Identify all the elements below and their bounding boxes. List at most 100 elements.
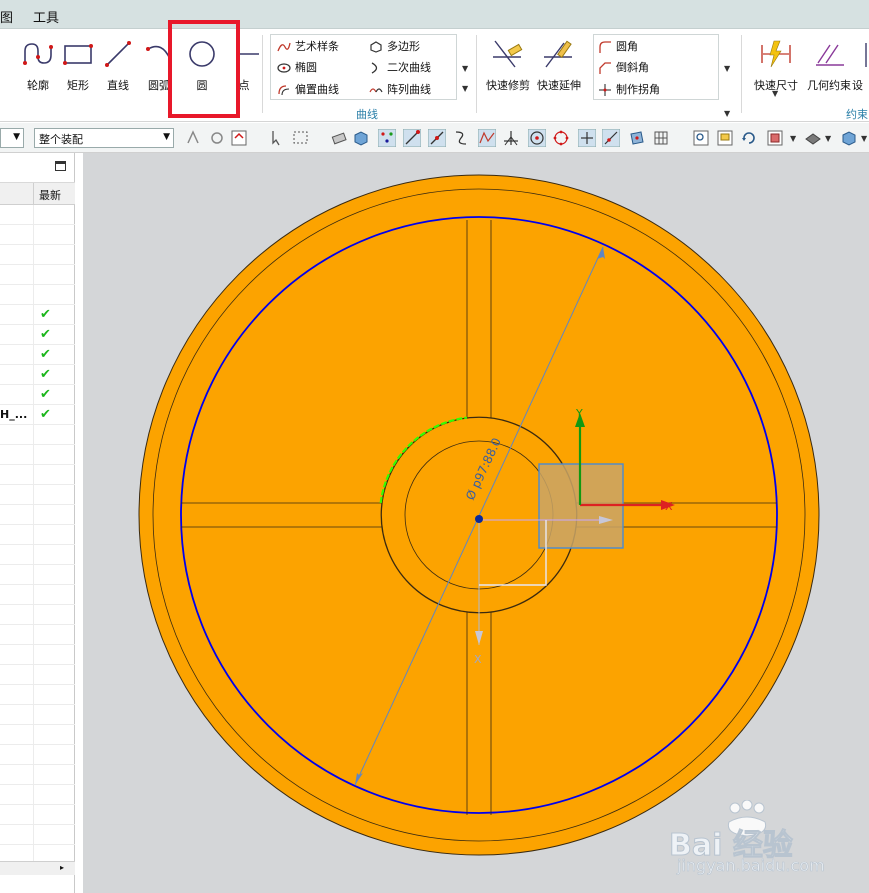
geometric-constraint-button[interactable]: 几何约束: [807, 35, 851, 95]
navigator-row[interactable]: ✔: [0, 385, 75, 405]
navigator-row[interactable]: [0, 565, 75, 585]
rapid-dimension-button[interactable]: 快速尺寸: [754, 35, 798, 95]
line-icon: [105, 41, 131, 67]
maximize-icon[interactable]: [55, 161, 66, 171]
orient-view-dropdown[interactable]: ▼: [790, 134, 796, 143]
navigator-row[interactable]: [0, 525, 75, 545]
fit-view-icon[interactable]: [692, 129, 710, 147]
grid-icon[interactable]: [652, 129, 670, 147]
navigator-row[interactable]: [0, 445, 75, 465]
polygon-icon: [369, 41, 383, 53]
select-feature-icon[interactable]: [184, 129, 202, 147]
ellipse-item[interactable]: 椭圆: [277, 59, 317, 75]
navigator-scrollbar[interactable]: ▸: [0, 861, 75, 875]
column-latest[interactable]: 最新: [39, 187, 61, 203]
navigator-row[interactable]: ✔: [0, 305, 75, 325]
menu-tools[interactable]: 工具: [33, 7, 59, 26]
shaded-view-icon[interactable]: [840, 129, 858, 147]
navigator-row[interactable]: [0, 425, 75, 445]
control-point-icon[interactable]: [478, 129, 496, 147]
navigator-row[interactable]: [0, 505, 75, 525]
scroll-right-icon[interactable]: ▸: [60, 863, 64, 872]
curve-gallery-more[interactable]: ▼: [462, 84, 468, 93]
sketch-canvas[interactable]: Ø p97:88.0 X Y X: [83, 153, 869, 893]
ribbon: 轮廓 矩形 直线 圆弧 圆 点 艺术样条 多边形 椭圆 二次曲线 偏置曲线 阵列…: [0, 29, 869, 122]
make-corner-item[interactable]: 制作拐角: [598, 81, 660, 97]
shaded-view-dropdown[interactable]: ▼: [861, 134, 867, 143]
quick-trim-button[interactable]: 快速修剪: [486, 35, 530, 95]
rotate-icon[interactable]: [740, 129, 758, 147]
zoom-window-icon[interactable]: [716, 129, 734, 147]
navigator-row[interactable]: [0, 665, 75, 685]
curve-gallery-dropdown[interactable]: ▼: [462, 64, 468, 73]
pattern-curve-item[interactable]: 阵列曲线: [369, 81, 431, 97]
snap-points-icon[interactable]: [378, 129, 396, 147]
arc-center-snap-icon[interactable]: [528, 129, 546, 147]
orient-view-icon[interactable]: [766, 129, 784, 147]
navigator-row[interactable]: [0, 265, 75, 285]
navigator-row[interactable]: [0, 805, 75, 825]
midpoint-snap-icon[interactable]: [428, 129, 446, 147]
fillet-item[interactable]: 圆角: [598, 38, 638, 54]
navigator-row[interactable]: [0, 465, 75, 485]
navigator-row[interactable]: [0, 245, 75, 265]
navigator-row[interactable]: [0, 745, 75, 765]
navigator-row[interactable]: [0, 725, 75, 745]
offset-curve-item[interactable]: 偏置曲线: [277, 81, 339, 97]
type-filter-select[interactable]: ▼: [0, 128, 24, 148]
navigator-row[interactable]: H_... ✔: [0, 405, 75, 425]
navigator-row[interactable]: [0, 765, 75, 785]
rectangle-select-icon[interactable]: [292, 129, 310, 147]
solid-body-icon[interactable]: [352, 129, 370, 147]
studio-spline-item[interactable]: 艺术样条: [277, 38, 339, 54]
chevron-down-icon: ▼: [163, 132, 170, 142]
corner-gallery-dropdown[interactable]: ▼: [724, 64, 730, 73]
point-icon: [237, 53, 259, 55]
navigator-row[interactable]: [0, 645, 75, 665]
navigator-row[interactable]: ✔: [0, 345, 75, 365]
navigator-row[interactable]: [0, 545, 75, 565]
navigator-row[interactable]: [0, 605, 75, 625]
navigator-row[interactable]: ✔: [0, 325, 75, 345]
circle-center-point[interactable]: [475, 515, 483, 523]
navigator-row[interactable]: [0, 785, 75, 805]
navigator-row[interactable]: [0, 205, 75, 225]
rapid-dimension-dropdown[interactable]: ▼: [772, 89, 778, 98]
quadrant-snap-icon[interactable]: [552, 129, 570, 147]
navigator-row[interactable]: [0, 285, 75, 305]
polygon-item[interactable]: 多边形: [369, 38, 420, 54]
general-selection-icon[interactable]: [208, 129, 226, 147]
eraser-icon[interactable]: [330, 129, 348, 147]
assembly-filter-select[interactable]: 整个装配 ▼: [34, 128, 174, 148]
curve-group-label: 曲线: [356, 108, 378, 121]
conic-item[interactable]: 二次曲线: [369, 59, 431, 75]
curve-snap-icon[interactable]: [452, 129, 470, 147]
sketch-axis-label: X: [474, 653, 482, 666]
graphics-window[interactable]: Ø p97:88.0 X Y X: [83, 153, 869, 893]
endpoint-snap-icon[interactable]: [403, 129, 421, 147]
navigator-row[interactable]: ✔: [0, 365, 75, 385]
render-style-icon[interactable]: [804, 129, 822, 147]
navigator-row[interactable]: [0, 825, 75, 845]
chamfer-item[interactable]: 倒斜角: [598, 59, 649, 75]
make-corner-icon: [598, 84, 612, 96]
intersection-snap-icon[interactable]: [502, 129, 520, 147]
filter-icon[interactable]: [230, 129, 248, 147]
ribbon-separator: [262, 35, 263, 113]
point-on-curve-icon[interactable]: [602, 129, 620, 147]
select-cursor-icon[interactable]: [268, 129, 286, 147]
existing-point-snap-icon[interactable]: [578, 129, 596, 147]
settings-button[interactable]: 设: [852, 35, 869, 95]
point-on-face-icon[interactable]: [628, 129, 646, 147]
edit-group-more[interactable]: ▼: [724, 109, 730, 118]
render-style-dropdown[interactable]: ▼: [825, 134, 831, 143]
navigator-row[interactable]: [0, 585, 75, 605]
navigator-row[interactable]: [0, 485, 75, 505]
navigator-row[interactable]: [0, 225, 75, 245]
navigator-row[interactable]: [0, 705, 75, 725]
point-button[interactable]: 点: [222, 35, 266, 95]
menu-view[interactable]: 图: [0, 7, 13, 26]
quick-extend-button[interactable]: 快速延伸: [537, 35, 581, 95]
navigator-row[interactable]: [0, 625, 75, 645]
navigator-row[interactable]: [0, 685, 75, 705]
